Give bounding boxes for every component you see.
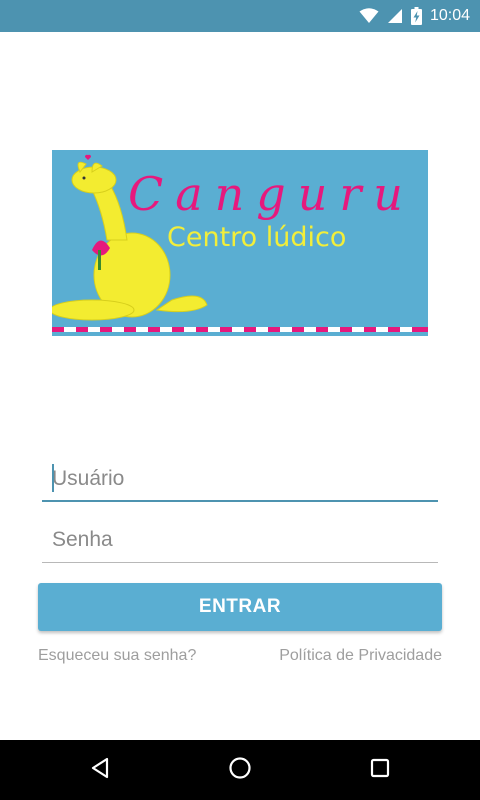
password-field[interactable] bbox=[42, 517, 438, 563]
text-cursor bbox=[52, 464, 54, 492]
back-icon bbox=[89, 757, 111, 784]
username-field[interactable] bbox=[42, 456, 438, 502]
recent-apps-icon bbox=[370, 758, 390, 783]
username-input[interactable] bbox=[42, 456, 438, 502]
forgot-password-link[interactable]: Esqueceu sua senha? bbox=[38, 647, 196, 665]
navigation-bar bbox=[0, 740, 480, 800]
username-underline bbox=[42, 500, 438, 502]
login-screen: Canguru Centro lúdico ENTRAR Esqueceu su… bbox=[0, 32, 480, 740]
privacy-policy-link[interactable]: Política de Privacidade bbox=[279, 647, 442, 665]
recent-apps-button[interactable] bbox=[340, 740, 420, 800]
logo-title: Canguru bbox=[128, 167, 415, 221]
canguru-logo: Canguru Centro lúdico bbox=[52, 150, 428, 336]
wifi-icon bbox=[359, 8, 379, 24]
status-time: 10:04 bbox=[429, 7, 470, 24]
login-button[interactable]: ENTRAR bbox=[38, 583, 442, 631]
signal-icon bbox=[387, 8, 403, 24]
status-icons: 10:04 bbox=[359, 0, 470, 32]
password-underline bbox=[42, 562, 438, 563]
status-bar: 10:04 bbox=[0, 0, 480, 32]
home-icon bbox=[228, 756, 252, 785]
back-button[interactable] bbox=[60, 740, 140, 800]
logo-subtitle: Centro lúdico bbox=[167, 222, 346, 253]
home-button[interactable] bbox=[200, 740, 280, 800]
password-input[interactable] bbox=[42, 517, 438, 563]
battery-charging-icon bbox=[410, 7, 422, 25]
